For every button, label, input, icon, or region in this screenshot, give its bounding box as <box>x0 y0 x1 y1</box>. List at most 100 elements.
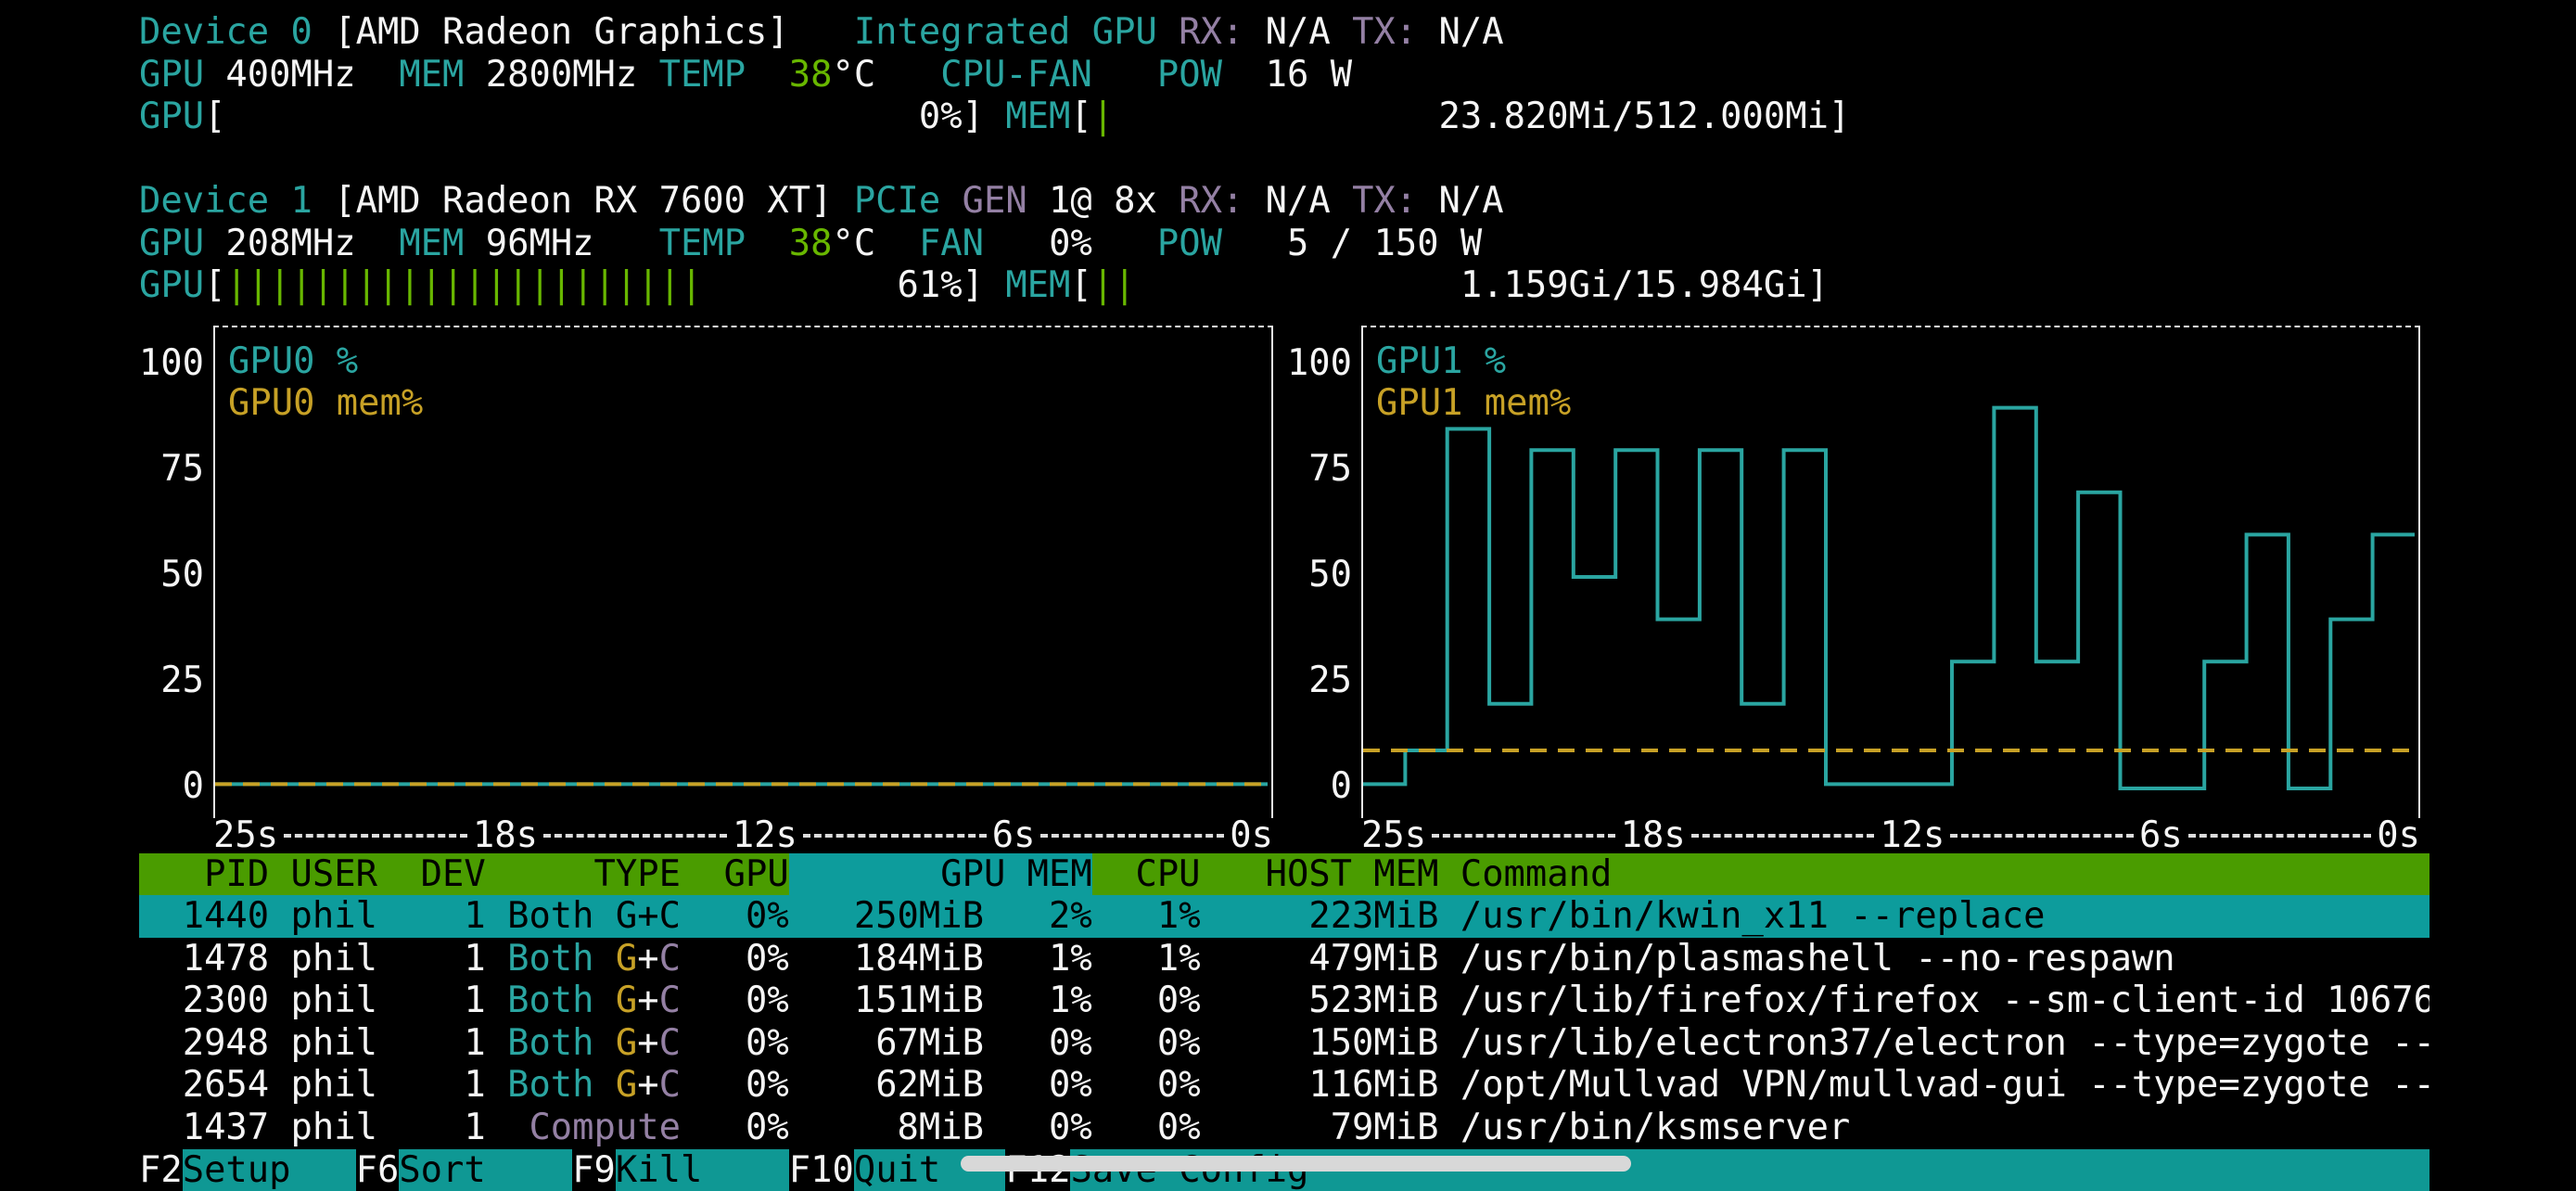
device1-bars-line: GPU[|||||||||||||||||||||| 61%] MEM[|| 1… <box>139 264 2576 307</box>
temp-label: TEMP <box>659 223 746 264</box>
power-label: POW <box>1157 54 1222 96</box>
gpu1-legend: GPU1 % GPU1 mem% <box>1376 340 1571 425</box>
row-type-graphics-flag: G <box>616 1022 637 1064</box>
device1-gen-label: GEN <box>963 180 1027 222</box>
f2-key-label[interactable]: F2 <box>139 1149 183 1191</box>
spacer <box>594 1022 616 1064</box>
axis-dash <box>803 834 987 838</box>
row-type-compute-flag: C <box>659 1022 681 1064</box>
f10-key-label[interactable]: F10 <box>789 1149 854 1191</box>
x-tick: 6s <box>2139 814 2183 856</box>
device1-tx-value: N/A <box>1417 180 1503 222</box>
row-type-plus: + <box>637 1064 658 1106</box>
header-sort-column-gpu-mem[interactable]: GPU MEM <box>789 853 1092 896</box>
device0-bars-line: GPU[ 0%] MEM[| 23.820Mi/512.000Mi] <box>139 96 2576 138</box>
device0-tx-value: N/A <box>1417 11 1503 53</box>
gpu1-plot-box: GPU1 % GPU1 mem% <box>1361 326 2420 818</box>
device0-name: Device 0 <box>139 11 312 53</box>
row-type-plus: + <box>637 980 658 1021</box>
device1-rx-value: N/A <box>1243 180 1352 222</box>
device0-bus-label: Integrated GPU <box>854 11 1157 53</box>
f9-key-label[interactable]: F9 <box>572 1149 616 1191</box>
mem-usage-value: 1.159Gi/15.984Gi] <box>1135 264 1828 306</box>
mem-usage-bar: || <box>1092 264 1136 306</box>
row-pid-user-dev: 2300 phil 1 <box>139 980 507 1021</box>
power-label: POW <box>1157 223 1222 264</box>
row-stats-command: 0% 8MiB 0% 0% 79MiB /usr/bin/ksmserver <box>681 1107 1850 1148</box>
gpu-usage-percent: 61%] <box>702 264 1005 306</box>
gpu0-history-chart: 100 75 50 25 0 GPU0 % GPU0 mem% 25s18s12… <box>139 326 1273 853</box>
header-left: PID USER DEV TYPE GPU <box>139 853 789 895</box>
spacer <box>1157 11 1179 53</box>
legend-gpu-percent: GPU0 % <box>228 340 423 383</box>
row-type-compute-flag: C <box>659 1064 681 1106</box>
fan-value <box>1092 54 1157 96</box>
bracket: [ <box>204 264 225 306</box>
home-indicator[interactable] <box>961 1156 1631 1172</box>
y-tick-100: 100 <box>139 342 204 385</box>
row-type-graphics-flag: G <box>616 938 637 980</box>
row-type-both: Both <box>507 938 593 980</box>
gpu0-x-axis: 25s18s12s6s0s <box>213 818 1273 853</box>
gpu-usage-percent: 0%] <box>225 96 1005 137</box>
x-tick: 0s <box>1230 814 1273 856</box>
process-row[interactable]: 2300 phil 1 Both G+C 0% 151MiB 1% 0% 523… <box>139 980 2429 1022</box>
axis-dash <box>1432 834 1615 838</box>
gpu-bar-label: GPU <box>139 264 204 306</box>
device0-rx-value: N/A <box>1243 11 1352 53</box>
gpu-clock-label: GPU <box>139 54 204 96</box>
device1-tx-label: TX: <box>1352 180 1417 222</box>
temp-unit: °C <box>833 223 919 264</box>
y-tick-100: 100 <box>1287 342 1352 385</box>
bracket: [ <box>1070 264 1091 306</box>
mem-bar-label: MEM <box>1005 264 1070 306</box>
fan-label: FAN <box>919 223 984 264</box>
process-row[interactable]: 2654 phil 1 Both G+C 0% 62MiB 0% 0% 116M… <box>139 1064 2429 1107</box>
gpu0-plot: GPU0 % GPU0 mem% 25s18s12s6s0s <box>213 326 1273 853</box>
mem-usage-bar: | <box>1092 96 1114 137</box>
gpu-clock-value: 208MHz <box>204 223 399 264</box>
bracket: [ <box>1070 96 1091 137</box>
row-stats-command: 0% 62MiB 0% 0% 116MiB /opt/Mullvad VPN/m… <box>681 1064 2429 1106</box>
axis-dash <box>1691 834 1875 838</box>
row-type-plus: + <box>637 895 658 937</box>
kill-button[interactable]: Kill <box>616 1149 789 1191</box>
power-value: 16 W <box>1222 54 1352 96</box>
process-row-selected[interactable]: 1440 phil 1 Both G+C 0% 250MiB 2% 1% 223… <box>139 895 2429 938</box>
x-tick: 18s <box>473 814 538 856</box>
gpu-usage-bar: |||||||||||||||||||||| <box>225 264 702 306</box>
fan-value: 0% <box>984 223 1157 264</box>
setup-button[interactable]: Setup <box>183 1149 356 1191</box>
process-row[interactable]: 1478 phil 1 Both G+C 0% 184MiB 1% 1% 479… <box>139 938 2429 980</box>
f6-key-label[interactable]: F6 <box>356 1149 400 1191</box>
x-tick: 25s <box>1361 814 1426 856</box>
device1-model: [AMD Radeon RX 7600 XT] <box>312 180 854 222</box>
device0-stats-line: GPU 400MHz MEM 2800MHz TEMP 38°C CPU-FAN… <box>139 54 2576 96</box>
mem-bar-label: MEM <box>1005 96 1070 137</box>
blank-line <box>139 138 2576 181</box>
device1-rx-label: RX: <box>1179 180 1243 222</box>
mem-clock-label: MEM <box>399 223 464 264</box>
temp-value: 38 <box>789 54 833 96</box>
device1-header-line: Device 1 [AMD Radeon RX 7600 XT] PCIe GE… <box>139 180 2576 223</box>
temp-value: 38 <box>789 223 833 264</box>
process-row[interactable]: 2948 phil 1 Both G+C 0% 67MiB 0% 0% 150M… <box>139 1022 2429 1065</box>
mem-usage-value: 23.820Mi/512.000Mi] <box>1114 96 1850 137</box>
spacer <box>594 1064 616 1106</box>
gpu0-y-axis: 100 75 50 25 0 <box>139 326 213 853</box>
y-tick-25: 25 <box>1308 660 1352 702</box>
sort-button[interactable]: Sort <box>399 1149 572 1191</box>
device0-tx-label: TX: <box>1352 11 1417 53</box>
row-type-both: Both <box>507 895 593 937</box>
axis-dash <box>1040 834 1224 838</box>
axis-dash <box>543 834 727 838</box>
gpu1-history-chart: 100 75 50 25 0 GPU1 % GPU1 mem% 25s18s12… <box>1273 326 2420 853</box>
y-tick-25: 25 <box>160 660 204 702</box>
axis-dash <box>284 834 467 838</box>
spacer <box>594 938 616 980</box>
y-tick-50: 50 <box>160 554 204 596</box>
gpu1-y-axis: 100 75 50 25 0 <box>1273 326 1361 853</box>
row-type-graphics-flag: G <box>616 1064 637 1106</box>
gpu1-x-axis: 25s18s12s6s0s <box>1361 818 2420 853</box>
process-row[interactable]: 1437 phil 1 Compute 0% 8MiB 0% 0% 79MiB … <box>139 1107 2429 1149</box>
